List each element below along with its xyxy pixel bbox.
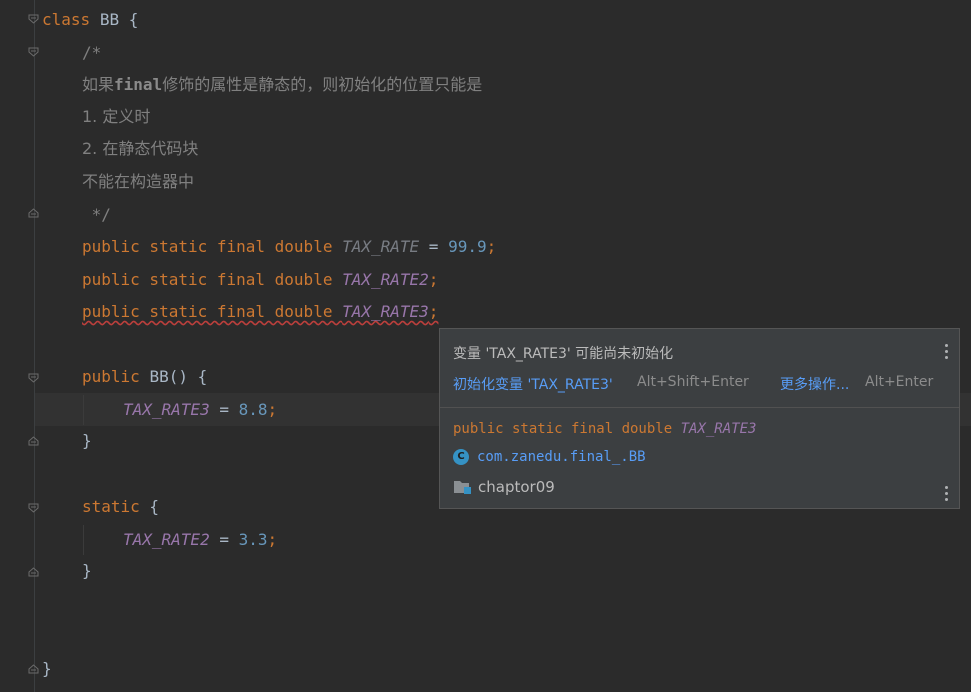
fold-icon[interactable] (28, 664, 39, 674)
modifiers: public static final double (453, 421, 681, 437)
parens-brace: () { (168, 367, 208, 386)
field-name: TAX_RATE2 (342, 270, 429, 289)
fold-icon[interactable] (28, 14, 39, 24)
modifiers: public static final double (82, 270, 343, 289)
code-line-static-block[interactable]: static { (82, 491, 159, 523)
popup-divider (440, 407, 959, 408)
assign-op: = (419, 237, 449, 256)
fold-icon[interactable] (28, 208, 39, 218)
module-name: chaptor09 (478, 478, 555, 496)
semicolon: ; (267, 530, 278, 549)
comment-line: 2. 在静态代码块 (82, 139, 199, 158)
fold-icon[interactable] (28, 436, 39, 446)
comment-open: /* (82, 43, 102, 62)
code-line-class-close[interactable]: } (42, 653, 52, 685)
initialize-variable-link[interactable]: 初始化变量 'TAX_RATE3' (453, 374, 613, 394)
module-row: chaptor09 (453, 477, 555, 497)
code-line-assign[interactable]: TAX_RATE3 = 8.8; (123, 394, 277, 426)
field-name: TAX_RATE3 (342, 302, 429, 321)
indent-guide (83, 525, 84, 555)
modifiers: public static final double (82, 302, 343, 321)
comment-text: 修饰的属性是静态的，则初始化的位置只能是 (162, 75, 483, 94)
keyword: public (82, 367, 150, 386)
fold-icon[interactable] (28, 567, 39, 577)
code-line-field-error[interactable]: public static final double TAX_RATE3; (82, 296, 438, 328)
comment-code-word: final (114, 75, 163, 94)
popup-header: 变量 'TAX_RATE3' 可能尚未初始化 初始化变量 'TAX_RATE3'… (440, 329, 959, 407)
number-literal: 3.3 (238, 530, 268, 549)
class-name: BB (99, 10, 120, 29)
field-name: TAX_RATE3 (680, 421, 757, 437)
semicolon: ; (428, 302, 439, 321)
comment-line: 如果final修饰的属性是静态的，则初始化的位置只能是 (82, 69, 482, 101)
brace: { (119, 10, 139, 29)
number-literal: 99.9 (448, 237, 487, 256)
comment-line: 1. 定义时 (82, 107, 151, 126)
semicolon: ; (267, 400, 278, 419)
semicolon: ; (428, 270, 439, 289)
gutter[interactable] (0, 0, 42, 692)
kebab-menu-icon[interactable] (941, 486, 951, 504)
code-line-close-brace[interactable]: } (82, 425, 92, 457)
number-literal: 8.8 (238, 400, 268, 419)
constructor-name: BB (149, 367, 169, 386)
class-icon: C (453, 449, 469, 465)
code-line-close-brace[interactable]: } (82, 555, 92, 587)
package-row[interactable]: C com.zanedu.final_.BB (453, 447, 646, 467)
keyword: class (42, 10, 91, 29)
keyword: static (82, 497, 140, 516)
fold-icon[interactable] (28, 503, 39, 513)
popup-title: 变量 'TAX_RATE3' 可能尚未初始化 (453, 346, 674, 362)
more-actions-link[interactable]: 更多操作... (780, 374, 849, 394)
brace: { (139, 497, 160, 516)
more-shortcut: Alt+Enter (865, 374, 934, 390)
comment-text: 如果 (82, 75, 115, 94)
code-line-assign[interactable]: TAX_RATE2 = 3.3; (123, 524, 277, 556)
modifiers: public static final double (82, 237, 343, 256)
field-name: TAX_RATE (342, 237, 420, 256)
fix-shortcut: Alt+Shift+Enter (637, 374, 749, 390)
comment-close: */ (82, 205, 111, 224)
field-name: TAX_RATE3 (123, 400, 210, 419)
kebab-menu-icon[interactable] (941, 344, 951, 362)
fold-icon[interactable] (28, 373, 39, 383)
assign-op: = (209, 400, 239, 419)
code-line-field[interactable]: public static final double TAX_RATE = 99… (82, 231, 496, 263)
assign-op: = (209, 530, 239, 549)
comment-line: 不能在构造器中 (82, 172, 195, 191)
code-line-class-header[interactable]: class BB { (42, 4, 138, 36)
package-link[interactable]: com.zanedu.final_.BB (477, 449, 646, 465)
module-folder-icon (453, 478, 472, 496)
field-name: TAX_RATE2 (123, 530, 210, 549)
inspection-popup[interactable]: 变量 'TAX_RATE3' 可能尚未初始化 初始化变量 'TAX_RATE3'… (439, 328, 960, 509)
semicolon: ; (486, 237, 497, 256)
code-line-field[interactable]: public static final double TAX_RATE2; (82, 264, 438, 296)
indent-guide (83, 395, 84, 425)
declaration-preview: public static final double TAX_RATE3 (453, 421, 756, 437)
code-line-constructor[interactable]: public BB() { (82, 361, 207, 393)
fold-icon[interactable] (28, 47, 39, 57)
gutter-divider (34, 0, 35, 692)
